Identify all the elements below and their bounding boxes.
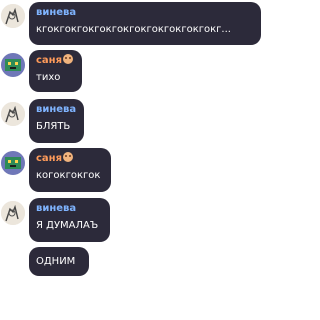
emoji-badge-icon (63, 152, 74, 162)
message-text: Я ДУМАЛАЪ (36, 220, 99, 231)
chat-message: винева кгокгокгокгокгокгокгокгокгокгокг.… (0, 0, 264, 48)
chat-message: саня когокгокгок (0, 148, 264, 196)
message-bubble[interactable]: ОДНИМ (29, 247, 89, 276)
chat-message: ОДНИМ (0, 247, 264, 295)
message-bubble[interactable]: саня тихо (29, 50, 82, 92)
author-name[interactable]: саня (36, 152, 104, 165)
chat-message: винева Я ДУМАЛАЪ (0, 198, 264, 246)
author-name[interactable]: винева (36, 202, 103, 215)
message-bubble[interactable]: винева кгокгокгокгокгокгокгокгокгокгокг.… (29, 2, 261, 45)
message-text: БЛЯТЬ (36, 121, 71, 132)
sketch-avatar-icon[interactable] (1, 102, 25, 126)
emoji-badge-icon (63, 54, 74, 64)
author-name[interactable]: саня (36, 54, 75, 67)
message-bubble[interactable]: саня когокгокгок (29, 148, 111, 192)
author-name[interactable]: винева (36, 103, 77, 116)
message-text: ОДНИМ (36, 256, 76, 267)
chat-message: саня тихо (0, 50, 264, 98)
message-text: когокгокгок (36, 170, 101, 181)
author-name[interactable]: винева (36, 6, 254, 19)
message-bubble[interactable]: винева БЛЯТЬ (29, 99, 84, 143)
sketch-avatar-icon[interactable] (1, 4, 25, 28)
message-text: тихо (36, 72, 61, 83)
chat-message: винева БЛЯТЬ (0, 99, 264, 147)
message-text: кгокгокгокгокгокгокгокгокгокгокг... (36, 24, 231, 35)
sketch-avatar-icon[interactable] (1, 201, 25, 225)
message-bubble[interactable]: винева Я ДУМАЛАЪ (29, 198, 110, 242)
pixel-avatar-icon[interactable] (1, 151, 25, 175)
pixel-avatar-icon[interactable] (1, 53, 25, 77)
